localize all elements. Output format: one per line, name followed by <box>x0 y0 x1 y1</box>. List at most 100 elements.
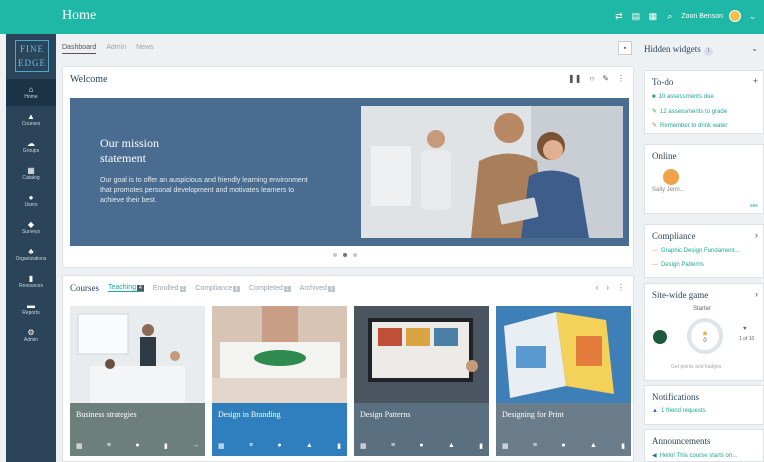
dash-icon: — <box>652 248 658 254</box>
see-all-link[interactable]: see <box>750 203 758 209</box>
welcome-widget: Welcome ❚❚ ○ ✎ ⋮ Our mission statement O… <box>62 66 634 268</box>
arrow-right-icon[interactable]: → <box>192 442 199 450</box>
grid-icon[interactable]: ▦ <box>218 442 225 450</box>
clock-icon[interactable]: ● <box>419 442 423 450</box>
dashboard-tabs: Dashboard Admin News <box>62 44 154 54</box>
file-icon[interactable]: ▮ <box>479 442 483 450</box>
logo[interactable]: FINE EDGE <box>15 40 49 72</box>
sidebar-item-home[interactable]: ⌂ Home <box>6 79 56 106</box>
search-icon[interactable]: ⌕ <box>664 11 675 22</box>
tab-admin[interactable]: Admin <box>106 44 126 54</box>
todo-item[interactable]: ■ 10 assessments due <box>652 94 714 100</box>
file-icon[interactable]: ▮ <box>337 442 341 450</box>
tab-teaching[interactable]: Teaching 4 <box>108 284 144 292</box>
hidden-widgets[interactable]: Hidden widgets 1 ⌄ <box>644 44 764 56</box>
announcement-item[interactable]: ◀ Hello! This course starts on... <box>652 452 737 459</box>
notification-item[interactable]: ▲ 1 friend requests <box>652 408 706 414</box>
avatar[interactable] <box>729 10 741 22</box>
course-image <box>496 306 631 403</box>
sidebar-item-resources[interactable]: ▮ Resources <box>6 268 56 295</box>
tab-news[interactable]: News <box>136 44 154 54</box>
course-actions: ▦ ≡ ● ▲ ▮ <box>502 442 625 450</box>
tab-dashboard[interactable]: Dashboard <box>62 44 97 54</box>
user-icon[interactable]: ▲ <box>448 442 455 450</box>
tab-completed[interactable]: Completed 1 <box>249 285 291 292</box>
course-card[interactable]: Design Patterns ▦ ≡ ● ▲ ▮ <box>354 306 489 456</box>
user-icon[interactable]: ▲ <box>590 442 597 450</box>
course-title: Design Patterns <box>360 410 411 419</box>
star-icon: ★ <box>701 328 709 338</box>
chevron-down-icon[interactable]: ⌄ <box>751 44 758 53</box>
clock-icon[interactable]: ● <box>135 442 139 450</box>
courses-icon: ▲ <box>27 112 35 121</box>
clock-icon[interactable]: ● <box>277 442 281 450</box>
lock-icon: ▪ <box>623 44 627 52</box>
more-icon[interactable]: ⋮ <box>617 74 625 83</box>
sidebar-item-admin[interactable]: ⚙ Admin <box>6 322 56 349</box>
sidebar-item-organizations[interactable]: ♣ Organizations <box>6 241 56 268</box>
sidebar-item-users[interactable]: ● Users <box>6 187 56 214</box>
user-icon[interactable]: ▲ <box>306 442 313 450</box>
file-icon[interactable]: ▮ <box>164 442 168 450</box>
announcements-title: Announcements <box>652 436 711 446</box>
chevron-down-icon[interactable]: ⌄ <box>747 11 758 22</box>
top-bar-actions: ⇄ ▤ ▦ ⌕ Zoon Benson ⌄ <box>613 10 758 22</box>
clock-icon[interactable]: ● <box>561 442 565 450</box>
chevron-left-icon[interactable]: ‹ <box>596 283 599 292</box>
compliance-item[interactable]: — Graphic Design Fundament... <box>652 248 739 254</box>
grid-icon[interactable]: ▦ <box>360 442 367 450</box>
tab-enrolled[interactable]: Enrolled 1 <box>153 285 187 292</box>
courses-title: Courses <box>70 283 99 293</box>
edit-icon[interactable]: ✎ <box>602 74 609 83</box>
online-user[interactable]: Sally Jenn... <box>652 187 685 193</box>
more-icon[interactable]: ⋮ <box>617 283 625 292</box>
hidden-widgets-count: 1 <box>703 47 713 56</box>
chevron-right-icon[interactable]: › <box>755 230 758 240</box>
game-score: 0 <box>703 337 707 344</box>
sidebar-item-groups[interactable]: ☁ Groups <box>6 133 56 160</box>
course-image <box>212 306 347 403</box>
file-icon[interactable]: ▮ <box>621 442 625 450</box>
list-icon[interactable]: ≡ <box>391 442 395 450</box>
messages-icon[interactable]: ▤ <box>630 11 641 22</box>
add-icon[interactable]: + <box>753 76 758 86</box>
todo-item-label: 12 assessments to grade <box>660 109 728 115</box>
course-card[interactable]: Design in Branding ▦ ≡ ● ▲ ▮ <box>212 306 347 456</box>
sidebar-item-reports[interactable]: ▬ Reports <box>6 295 56 322</box>
top-bar: Home ⇄ ▤ ▦ ⌕ Zoon Benson ⌄ <box>0 0 764 34</box>
pause-icon[interactable]: ❚❚ <box>568 74 581 83</box>
list-icon[interactable]: ≡ <box>249 442 253 450</box>
site-wide-game-widget: Site-wide game › Starter ★ 0 ♥ 1 of 10 G… <box>644 283 764 381</box>
sidebar-item-surveys[interactable]: ◆ Surveys <box>6 214 56 241</box>
surveys-icon: ◆ <box>27 220 35 229</box>
carousel-dot[interactable] <box>353 253 357 257</box>
grid-icon[interactable]: ▦ <box>76 442 83 450</box>
chevron-right-icon[interactable]: › <box>606 283 609 292</box>
user-name[interactable]: Zoon Benson <box>681 13 723 20</box>
avatar[interactable] <box>663 169 679 185</box>
chevron-right-icon[interactable]: › <box>755 289 758 299</box>
trophy-icon: ♥ <box>743 326 747 332</box>
list-icon[interactable]: ≡ <box>533 442 537 450</box>
tab-count: 1 <box>327 285 335 292</box>
sidebar-item-label: Admin <box>23 337 39 343</box>
todo-item[interactable]: ✎ Remember to drink water <box>652 122 727 129</box>
carousel-dot[interactable] <box>333 253 337 257</box>
share-icon[interactable]: ⇄ <box>613 11 624 22</box>
welcome-controls: ❚❚ ○ ✎ ⋮ <box>568 74 625 83</box>
compliance-item[interactable]: — Design Patterns <box>652 262 704 268</box>
calendar-icon[interactable]: ▦ <box>647 11 658 22</box>
course-card[interactable]: Designing for Print ▦ ≡ ● ▲ ▮ <box>496 306 631 456</box>
list-icon[interactable]: ≡ <box>107 442 111 450</box>
badge-icon <box>653 330 667 344</box>
grid-icon[interactable]: ▦ <box>502 442 509 450</box>
settings-icon[interactable]: ○ <box>589 74 594 83</box>
sidebar-item-catalog[interactable]: ▦ Catalog <box>6 160 56 187</box>
todo-item[interactable]: ✎ 12 assessments to grade <box>652 108 727 115</box>
course-card[interactable]: Business strategies ▦ ≡ ● ▮ → <box>70 306 205 456</box>
lock-layout-button[interactable]: ▪ <box>618 41 632 55</box>
tab-compliance[interactable]: Compliance 1 <box>195 285 241 292</box>
carousel-dot-active[interactable] <box>343 253 347 257</box>
sidebar-item-courses[interactable]: ▲ Courses <box>6 106 56 133</box>
tab-archived[interactable]: Archived 1 <box>300 285 335 292</box>
